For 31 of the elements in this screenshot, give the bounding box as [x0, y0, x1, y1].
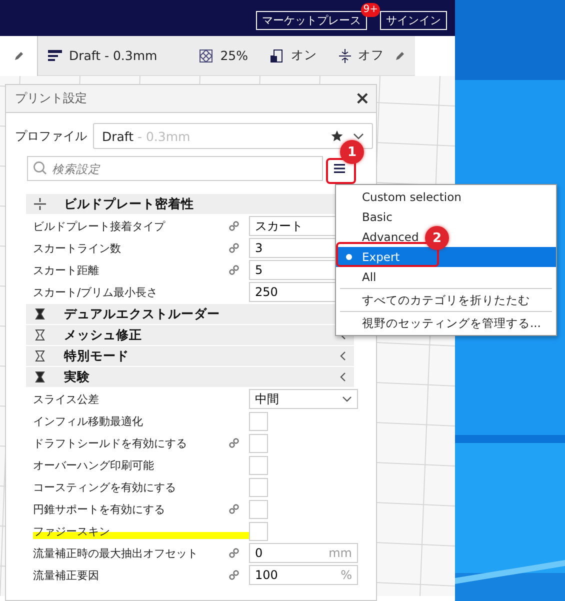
support-value: オン — [291, 47, 317, 64]
setting-label: スカート距離 — [33, 262, 100, 278]
print-setup-bar[interactable]: Draft - 0.3mm 25% オン オフ — [38, 36, 415, 76]
setting-label: ビルドプレート接着タイプ — [33, 218, 166, 234]
category-header[interactable]: メッシュ修正 — [26, 325, 354, 345]
setting-label: ドラフトシールドを有効にする — [33, 436, 188, 450]
setting-field[interactable]: 0 mm — [249, 543, 358, 563]
sign-in-button[interactable]: サインイン — [380, 11, 447, 30]
setting-field[interactable]: 100 % — [249, 565, 358, 585]
profile-label: Draft - 0.3mm — [69, 48, 158, 63]
marketplace-button[interactable]: マーケットプレース — [256, 11, 367, 30]
infill-value: 25% — [220, 48, 248, 63]
setting-label: インフィル移動最適化 — [33, 414, 144, 428]
category-header[interactable]: 実験 — [26, 367, 354, 387]
setting-label: スカートライン数 — [33, 240, 122, 256]
search-field[interactable]: 検索設定 — [27, 156, 323, 181]
notification-badge: 9+ — [361, 3, 380, 17]
profile-label: プロファイル — [15, 128, 88, 144]
close-button[interactable]: × — [354, 90, 370, 108]
menu-item[interactable]: Expert — [336, 247, 556, 267]
category-header[interactable]: 特別モード — [26, 346, 354, 366]
setting-dropdown[interactable]: 中間 — [249, 389, 358, 409]
setting-label: コースティングを有効にする — [33, 480, 177, 494]
setting-label: オーバーハング印刷可能 — [33, 458, 155, 472]
setting-label: 流量補正要因 — [33, 568, 100, 582]
setting-label: スライス公差 — [33, 392, 100, 406]
setting-label: 円錐サポートを有効にする — [33, 502, 166, 516]
setting-label: スカート/ブリム最小長さ — [33, 284, 159, 300]
adhesion-value: オフ — [358, 47, 384, 64]
setting-label: 流量補正時の最大抽出オフセット — [33, 546, 199, 560]
panel-title: プリント設定 — [15, 90, 87, 107]
